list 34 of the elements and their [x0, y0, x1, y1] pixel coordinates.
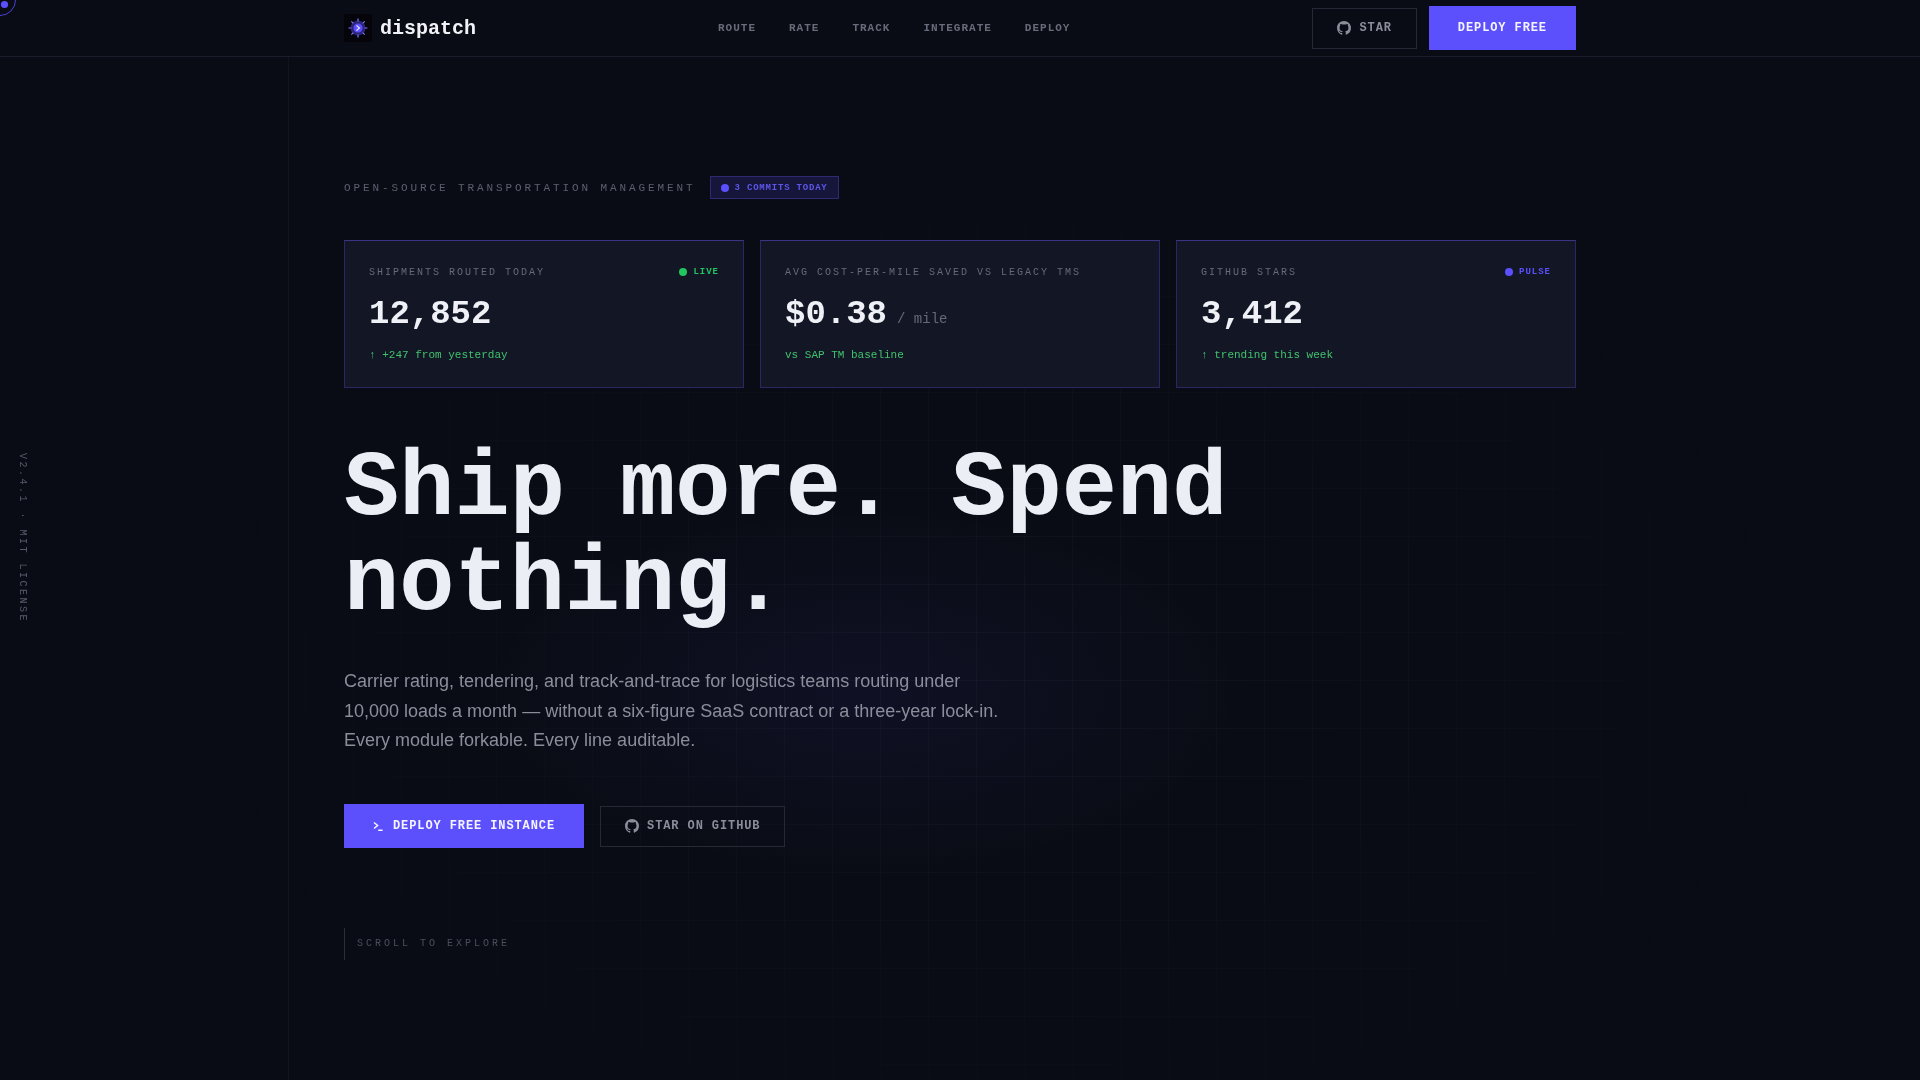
star-button[interactable]: STAR ON GITHUB — [600, 805, 786, 847]
nav-link[interactable]: ROUTE — [718, 22, 756, 34]
deploy-button[interactable]: DEPLOY FREE — [1428, 6, 1576, 50]
nav-link[interactable]: DEPLOY — [1024, 22, 1071, 34]
eyebrow-text: OPEN-SOURCE TRANSPORTATION MANAGEMENT — [344, 181, 696, 194]
nav-link[interactable]: RATE — [789, 22, 820, 34]
nav-link[interactable]: TRACK — [852, 22, 891, 34]
stat-note: ↑ +247 from yesterday — [369, 348, 508, 363]
scroll-hint: SCROLL TO EXPLORE — [344, 928, 511, 961]
cursor-ring-icon — [0, 0, 17, 17]
terminal-prompt-icon — [373, 821, 383, 832]
star-button[interactable]: STAR — [1312, 7, 1417, 49]
github-icon — [625, 819, 640, 834]
badge-text: 3 COMMITS TODAY — [734, 182, 828, 193]
brand-name: dispatch — [380, 16, 476, 40]
stat-label: GITHUB STARS — [1201, 266, 1297, 278]
status-label: PULSE — [1519, 267, 1551, 277]
pulse-dot-icon — [720, 183, 729, 192]
stat-value: 3,412 — [1201, 294, 1304, 334]
lead-paragraph: Carrier rating, tendering, and track-and-trace for logistics teams routing under 10,000 loads a month — without a six-figure SaaS contract or a three-year lock-in. Every module forkable. Every line auditable. — [344, 670, 1000, 753]
stat-label: SHIPMENTS ROUTED TODAY — [369, 266, 546, 278]
headline: Ship more. Spend nothing. — [344, 442, 1229, 632]
github-icon — [1337, 21, 1352, 35]
stat-unit: / mile — [897, 311, 948, 327]
stat-note: vs SAP TM baseline — [785, 348, 904, 363]
nav-link[interactable]: INTEGRATE — [923, 22, 992, 34]
status-label: LIVE — [693, 267, 719, 277]
stat-value: $0.38 — [785, 294, 888, 334]
stat-value: 12,852 — [369, 294, 492, 334]
stat-label: AVG COST-PER-MILE SAVED VS LEGACY TMS — [785, 266, 1082, 278]
version-label: V2.4.1 · MIT LICENSE — [17, 453, 28, 624]
deploy-instance-button[interactable]: DEPLOY FREE INSTANCE — [344, 804, 585, 849]
logo-icon[interactable] — [344, 14, 372, 42]
stat-note: ↑ trending this week — [1201, 348, 1334, 363]
